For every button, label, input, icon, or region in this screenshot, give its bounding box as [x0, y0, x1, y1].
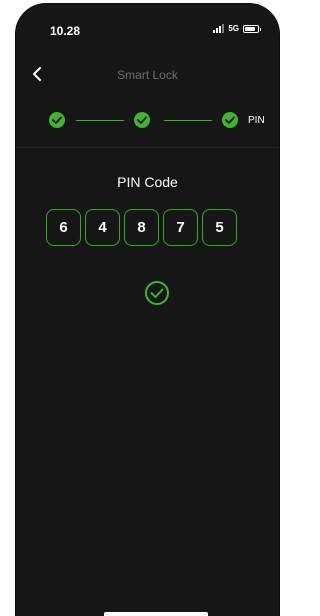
- home-indicator[interactable]: [104, 612, 208, 616]
- pin-digit-3: 8: [124, 209, 159, 246]
- pin-code-display: 6 4 8 7 5: [46, 209, 237, 246]
- status-bar: 10.28 5G: [16, 4, 279, 40]
- network-label: 5G: [228, 24, 239, 33]
- status-indicators: 5G: [213, 24, 261, 33]
- progress-stepper: PIN: [16, 110, 279, 130]
- status-time: 10.28: [50, 24, 81, 38]
- page-title: Smart Lock: [117, 68, 178, 82]
- pin-digit-1: 6: [46, 209, 81, 246]
- success-check-circle-icon: [145, 281, 169, 305]
- step-3-label: PIN: [248, 115, 265, 126]
- battery-fill: [245, 26, 256, 31]
- divider: [16, 147, 279, 148]
- pin-digit-4: 7: [163, 209, 198, 246]
- step-connector-1: [76, 120, 124, 121]
- step-3-check-circle-icon: [222, 112, 238, 128]
- nav-bar: Smart Lock: [16, 60, 279, 90]
- pin-digit-2: 4: [85, 209, 120, 246]
- step-connector-2: [164, 120, 212, 121]
- step-1-check-circle-icon: [49, 112, 65, 128]
- battery-icon: [243, 24, 261, 33]
- phone-screen: 10.28 5G Smart Lock PIN PIN Code 6 4 8 7…: [16, 4, 279, 616]
- pin-code-title: PIN Code: [117, 174, 178, 190]
- signal-icon: [213, 24, 225, 33]
- step-2-check-circle-icon: [134, 112, 150, 128]
- pin-digit-5: 5: [202, 209, 237, 246]
